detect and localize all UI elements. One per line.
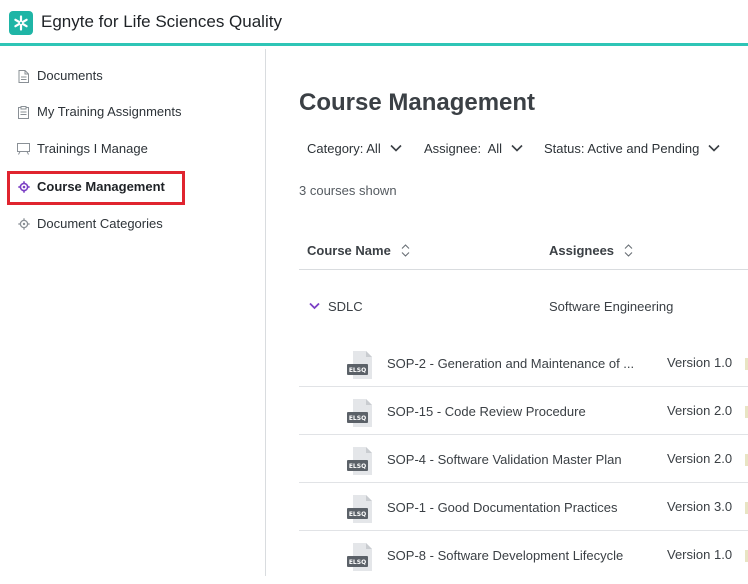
document-version: Version 2.0 [667,403,733,418]
document-name[interactable]: SOP-1 - Good Documentation Practices [387,500,651,515]
page-title: Course Management [299,89,536,116]
column-header-label: Assignees [549,243,615,258]
document-name[interactable]: SOP-8 - Software Development Lifecycle [387,548,651,563]
table-row[interactable]: ELSQ SOP-4 - Software Validation Master … [299,435,748,483]
chevron-down-icon [511,144,523,152]
file-icon: ELSQ [346,542,374,572]
main-content: Course Management Category: All Assignee… [267,49,748,584]
column-header-label: Course Name [307,243,391,258]
sidebar-item-label: Documents [37,68,103,83]
course-group-row[interactable]: SDLC Software Engineering [299,287,748,327]
table-row[interactable]: ELSQ SOP-2 - Generation and Maintenance … [299,339,748,387]
sidebar-item-document-categories[interactable]: Document Categories [0,206,266,242]
document-version: Version 1.0 [667,355,733,370]
file-icon: ELSQ [346,398,374,428]
filter-label: Category: All [307,140,381,156]
file-icon: ELSQ [346,494,374,524]
filter-label: Status: Active and Pending [544,140,700,156]
app-title: Egnyte for Life Sciences Quality [41,12,282,31]
course-name: SDLC [328,299,363,314]
courses-count: 3 courses shown [299,183,397,198]
table-row[interactable]: ELSQ SOP-15 - Code Review Procedure Vers… [299,387,748,435]
file-badge-text: ELSQ [349,463,366,470]
assignee-filter-dropdown[interactable]: Assignee: All [424,139,523,157]
sidebar-item-label: Course Management [37,179,165,194]
column-header-course-name[interactable]: Course Name [307,243,410,258]
document-version: Version 1.0 [667,547,733,562]
file-badge-text: ELSQ [349,367,366,374]
document-version: Version 2.0 [667,451,733,466]
document-icon [17,69,30,83]
chevron-down-icon[interactable] [309,298,320,313]
sidebar-item-documents[interactable]: Documents [0,58,266,94]
sidebar-item-label: Document Categories [37,216,163,231]
sidebar-item-label: My Training Assignments [37,104,182,119]
table-row[interactable]: ELSQ SOP-1 - Good Documentation Practice… [299,483,748,531]
file-badge-text: ELSQ [349,559,366,566]
file-badge-text: ELSQ [349,511,366,518]
document-name[interactable]: SOP-4 - Software Validation Master Plan [387,452,651,467]
sidebar-item-my-training-assignments[interactable]: My Training Assignments [0,94,266,130]
status-filter-dropdown[interactable]: Status: Active and Pending [544,139,720,157]
sidebar-item-trainings-i-manage[interactable]: Trainings I Manage [0,131,266,167]
sidebar-item-course-management[interactable]: Course Management [0,169,266,205]
table-header-divider [299,269,748,270]
presentation-board-icon [17,142,30,156]
egnyte-logo-icon[interactable] [9,11,33,35]
chevron-down-icon [708,144,720,152]
document-version: Version 3.0 [667,499,733,514]
chevron-down-icon [390,144,402,152]
course-assignees: Software Engineering [549,299,674,314]
document-name[interactable]: SOP-2 - Generation and Maintenance of ..… [387,356,651,371]
table-row[interactable]: ELSQ SOP-8 - Software Development Lifecy… [299,531,748,579]
file-icon: ELSQ [346,446,374,476]
sort-icon [401,244,410,257]
clipboard-icon [17,105,30,119]
category-filter-dropdown[interactable]: Category: All [307,139,402,157]
gear-icon [17,180,30,194]
sort-icon [624,244,633,257]
file-icon: ELSQ [346,350,374,380]
sidebar-item-label: Trainings I Manage [37,141,148,156]
document-name[interactable]: SOP-15 - Code Review Procedure [387,404,651,419]
filter-label: Assignee: All [424,140,503,156]
file-badge-text: ELSQ [349,415,366,422]
sidebar: Documents My Training Assignments Traini… [0,49,266,576]
app-header: Egnyte for Life Sciences Quality [0,0,748,46]
column-header-assignees[interactable]: Assignees [549,243,633,258]
gear-icon [17,217,30,231]
